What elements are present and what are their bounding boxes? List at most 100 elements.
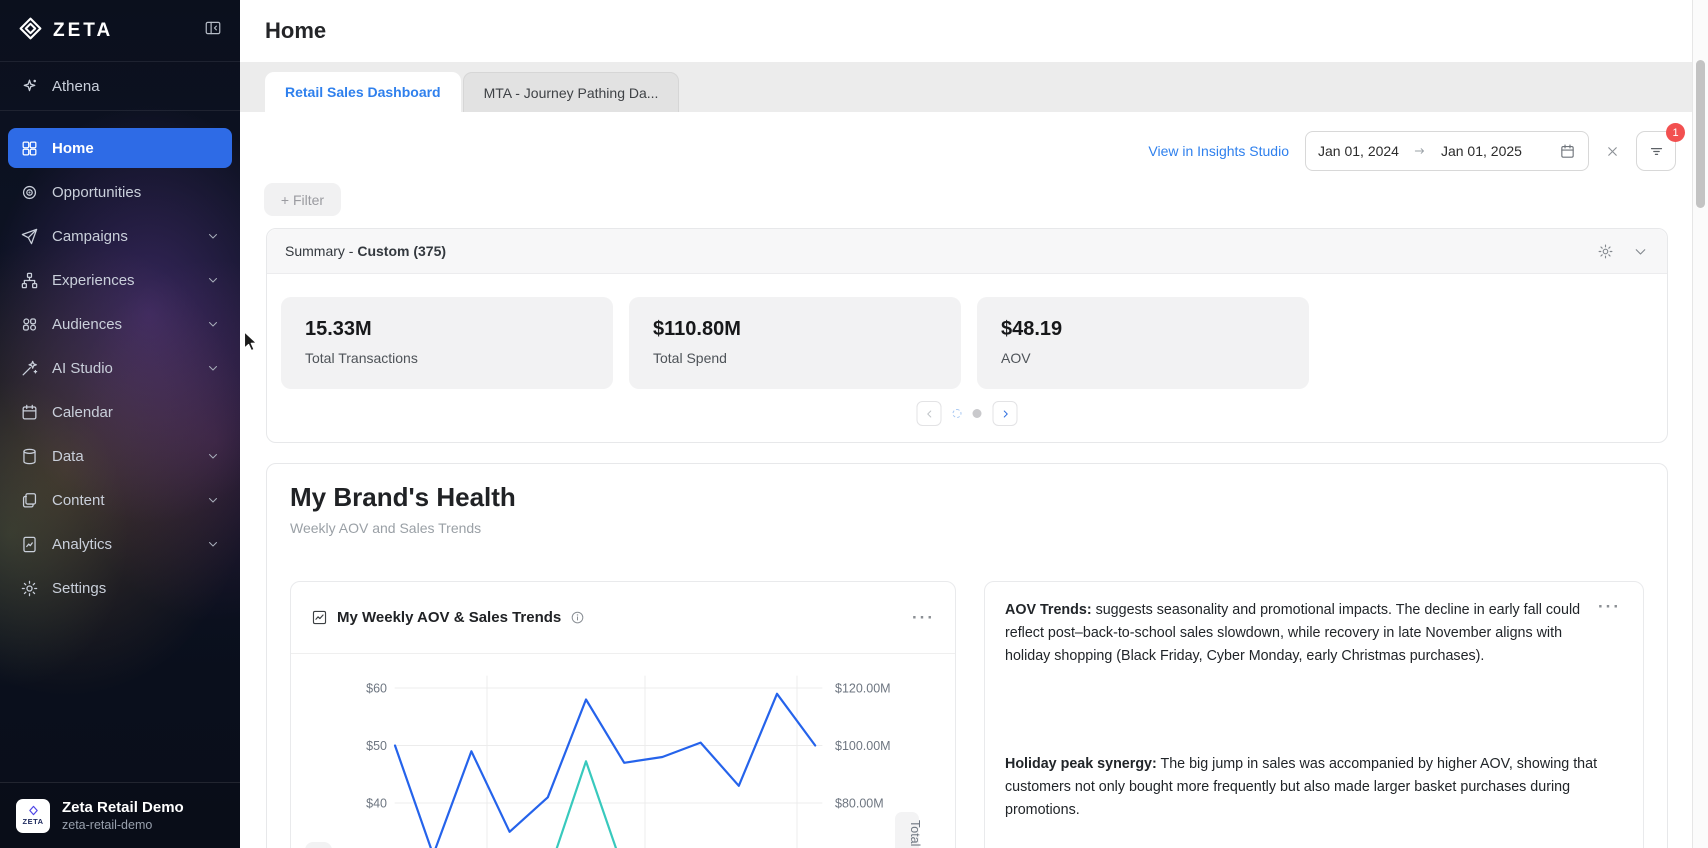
sidebar-item-label: Opportunities [52,184,141,201]
kpi-value: 15.33M [305,318,589,341]
sidebar-item-settings[interactable]: Settings [8,568,232,608]
carousel-dot-2[interactable] [973,409,982,418]
carousel-dot-1[interactable] [953,409,962,418]
send-icon [20,227,39,246]
summary-header-actions [1597,243,1649,260]
svg-text:$100.00M: $100.00M [835,739,891,753]
svg-text:$60: $60 [366,682,387,696]
chart-more-menu[interactable]: ··· [912,609,935,626]
summary-panel: Summary - Custom (375) 15.33MTotal Trans… [266,228,1668,443]
summary-title-bold: Custom (375) [357,243,446,259]
sparkle-icon [20,77,39,96]
sidebar-item-athena[interactable]: Athena [0,63,240,111]
summary-title-prefix: Summary - [285,243,357,259]
scrollbar [1692,0,1708,848]
kpi-value: $48.19 [1001,318,1285,341]
chevron-down-icon [206,273,220,287]
svg-text:$50: $50 [366,739,387,753]
date-range-picker[interactable]: Jan 01, 2024 Jan 01, 2025 [1305,131,1589,171]
kpi-card-total-spend: $110.80MTotal Spend [629,297,961,389]
chevron-down-icon [206,361,220,375]
chart-title: My Weekly AOV & Sales Trends [337,609,561,626]
sidebar-nav: Home Opportunities CampaignsExperiences Aud… [8,128,232,612]
chevron-down-icon [206,317,220,331]
summary-title: Summary - Custom (375) [285,243,446,259]
main-area: Home Retail Sales DashboardMTA - Journey… [240,0,1692,848]
sidebar-item-label: Data [52,448,84,465]
sidebar-logo-row: ZETA [0,0,240,62]
copy-pages-icon [20,491,39,510]
chevron-down-icon [206,537,220,551]
sidebar-item-calendar[interactable]: Calendar [8,392,232,432]
chart-card-header: My Weekly AOV & Sales Trends ··· [291,582,955,654]
sidebar-item-audiences[interactable]: Audiences [8,304,232,344]
zeta-diamond-logo-icon [18,16,43,46]
chevron-down-icon [206,449,220,463]
sidebar-item-content[interactable]: Content [8,480,232,520]
sidebar: ZETA Athena Home Opportunities CampaignsEx… [0,0,240,848]
sidebar-item-label: Home [52,140,94,157]
sidebar-item-label: Content [52,492,105,509]
calendar-icon [20,403,39,422]
sidebar-item-experiences[interactable]: Experiences [8,260,232,300]
chevron-down-icon [206,229,220,243]
gear-icon [20,579,39,598]
gear-icon[interactable] [1597,243,1614,260]
insight-card: ··· AOV Trends: suggests seasonality and… [984,581,1644,848]
filter-count-badge: 1 [1666,123,1685,142]
sidebar-item-label: Analytics [52,536,112,553]
scroll-pill [305,842,332,848]
sidebar-item-label: AI Studio [52,360,113,377]
tab-retail-sales-dashboard[interactable]: Retail Sales Dashboard [265,72,461,112]
sidebar-item-data[interactable]: Data [8,436,232,476]
target-icon [20,183,39,202]
chart-card: My Weekly AOV & Sales Trends ··· $60 $50 $… [290,581,956,848]
kpi-label: AOV [1001,350,1285,366]
kpi-value: $110.80M [653,318,937,341]
scrollbar-thumb[interactable] [1696,60,1705,208]
add-filter-button[interactable]: + Filter [264,183,341,216]
svg-text:$80.00M: $80.00M [835,797,884,811]
carousel-next-button[interactable] [993,401,1018,426]
clear-date-icon[interactable] [1605,144,1620,159]
chevron-down-icon [206,493,220,507]
date-end-value: Jan 01, 2025 [1441,143,1522,159]
svg-text:Total: Total [908,820,922,846]
sidebar-item-campaigns[interactable]: Campaigns [8,216,232,256]
svg-text:$120.00M: $120.00M [835,682,891,696]
chevron-down-icon[interactable] [1632,243,1649,260]
insight-lead: AOV Trends: [1005,602,1092,618]
insight-text-2: Holiday peak synergy: The big jump in sa… [1005,753,1607,822]
app-root: ZETA Athena Home Opportunities CampaignsEx… [0,0,1708,848]
sidebar-item-label: Audiences [52,316,122,333]
insight-body-text: suggests seasonality and promotional imp… [1005,602,1580,664]
users-shapes-icon [20,315,39,334]
funnel-icon [1648,143,1665,160]
insight-lead: Holiday peak synergy: [1005,756,1157,772]
carousel-pager [917,401,1018,426]
zeta-logo-text: ZETA [53,20,113,42]
workspace-badge-text: ZETA [22,817,43,826]
sidebar-item-opportunities[interactable]: Opportunities [8,172,232,212]
sidebar-item-ai-studio[interactable]: AI Studio [8,348,232,388]
calendar-icon[interactable] [1559,143,1576,160]
info-icon[interactable] [570,610,585,625]
sidebar-item-analytics[interactable]: Analytics [8,524,232,564]
workspace-name: Zeta Retail Demo [62,799,184,816]
section-subtitle: Weekly AOV and Sales Trends [290,520,481,536]
kpi-cards-row: 15.33MTotal Transactions$110.80MTotal Sp… [281,297,1309,389]
wand-sparkle-icon [20,359,39,378]
sidebar-item-home[interactable]: Home [8,128,232,168]
line-chart-icon [311,609,328,626]
filter-toggle-button[interactable]: 1 [1636,131,1676,171]
view-in-insights-studio-link[interactable]: View in Insights Studio [1148,143,1289,159]
kpi-card-aov: $48.19 AOV [977,297,1309,389]
section-title: My Brand's Health [290,482,516,513]
content: View in Insights Studio Jan 01, 2024 Jan… [240,112,1692,848]
workspace-switcher[interactable]: ZETA Zeta Retail Demo zeta-retail-demo [0,782,240,848]
carousel-prev-button[interactable] [917,401,942,426]
toolbar-controls: View in Insights Studio Jan 01, 2024 Jan… [1148,132,1676,170]
collapse-sidebar-icon[interactable] [204,19,222,42]
sidebar-item-label: Settings [52,580,106,597]
tab-mta-journey-pathing-da[interactable]: MTA - Journey Pathing Da... [463,72,680,112]
